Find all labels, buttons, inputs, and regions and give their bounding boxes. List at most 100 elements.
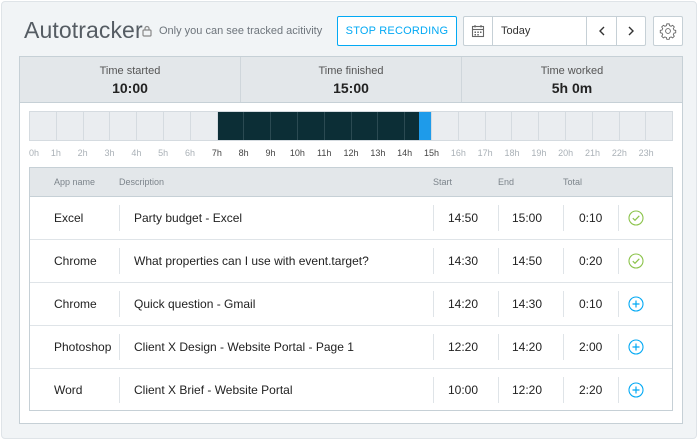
timeline-hour-cell	[191, 112, 218, 140]
cell-start: 14:50	[448, 211, 479, 225]
cell-total: 2:00	[579, 340, 603, 354]
header-start: Start	[433, 177, 453, 187]
date-field[interactable]: Today	[464, 17, 588, 45]
timeline-hour-label: 14h	[397, 148, 413, 158]
stat-value: 10:00	[112, 80, 148, 96]
settings-button[interactable]	[653, 16, 683, 46]
cell-end: 14:30	[512, 297, 543, 311]
stat-time-started: Time started 10:00	[20, 57, 240, 102]
previous-day-button[interactable]	[587, 17, 616, 45]
check-circle-icon	[628, 210, 644, 226]
stat-value: 5h 0m	[551, 80, 593, 96]
timeline-hour-label: 10h	[289, 148, 305, 158]
privacy-text: Only you can see tracked acitivity	[159, 25, 323, 37]
timeline-hour-cell	[432, 112, 459, 140]
cell-start: 14:30	[448, 254, 479, 268]
timeline-hour-cell	[459, 112, 486, 140]
table-header: App name Description Start End Total	[30, 168, 672, 197]
cell-end: 15:00	[512, 211, 543, 225]
column-divider	[618, 205, 619, 231]
timeline-hour-label: 1h	[50, 148, 61, 158]
cell-start: 12:20	[448, 340, 479, 354]
stat-label: Time finished	[318, 65, 384, 77]
check-circle-icon	[628, 253, 644, 269]
column-divider	[433, 248, 434, 274]
column-divider	[618, 248, 619, 274]
column-divider	[618, 334, 619, 360]
tracked-segment	[405, 112, 420, 140]
timeline-hour-cell	[566, 112, 593, 140]
cell-end: 14:50	[512, 254, 543, 268]
header-app-name: App name	[54, 177, 96, 187]
gear-icon	[659, 23, 677, 40]
cell-total: 0:10	[579, 297, 603, 311]
cell-end: 14:20	[512, 340, 543, 354]
stat-label: Time started	[99, 65, 161, 77]
timeline-hour-label: 12h	[343, 148, 359, 158]
column-divider	[618, 377, 619, 403]
column-divider	[498, 377, 499, 403]
column-divider	[563, 291, 564, 317]
activity-timeline[interactable]	[29, 111, 673, 141]
cell-total: 0:20	[579, 254, 603, 268]
column-divider	[119, 377, 120, 403]
timeline-hour-cell	[539, 112, 566, 140]
chevron-left-icon	[598, 26, 605, 36]
timeline-hour-cell	[57, 112, 84, 140]
cell-total: 0:10	[579, 211, 603, 225]
page-title: Autotracker	[24, 17, 143, 43]
timeline-hour-cell	[324, 112, 352, 140]
timeline-hour-cell	[646, 112, 672, 140]
add-circle-icon[interactable]	[628, 382, 644, 398]
column-divider	[563, 334, 564, 360]
column-divider	[498, 291, 499, 317]
lock-icon	[142, 25, 152, 37]
add-circle-icon[interactable]	[628, 339, 644, 355]
timeline-hour-cell	[297, 112, 325, 140]
header-description: Description	[119, 177, 165, 187]
privacy-note: Only you can see tracked acitivity	[141, 25, 322, 37]
column-divider	[119, 291, 120, 317]
timeline-hour-label: 21h	[584, 148, 601, 158]
stop-recording-button[interactable]: STOP RECORDING	[337, 16, 457, 46]
time-summary: Time started 10:00 Time finished 15:00 T…	[20, 57, 682, 103]
timeline-hour-cell	[351, 112, 379, 140]
timeline-hour-label: 3h	[104, 148, 115, 158]
table-row[interactable]: Chrome Quick question - Gmail 14:20 14:30 0:…	[30, 283, 672, 326]
timeline-hour-label: 7h	[211, 148, 222, 158]
cell-description: What properties can I use with event.tar…	[134, 254, 369, 268]
next-day-button[interactable]	[616, 17, 645, 45]
timeline-hour-cell	[164, 112, 191, 140]
timeline-hour-cell	[593, 112, 620, 140]
column-divider	[498, 334, 499, 360]
timeline-hour-cell	[217, 112, 245, 140]
timeline-hour-label: 16h	[450, 148, 466, 158]
timeline-hour-label: 4h	[131, 148, 142, 158]
timeline-hour-label: 20h	[558, 148, 574, 158]
timeline-hour-label: 6h	[184, 148, 196, 158]
column-divider	[563, 205, 564, 231]
timeline-hour-cell	[486, 112, 513, 140]
table-row[interactable]: Excel Party budget - Excel 14:50 15:00 0:10	[30, 197, 672, 240]
column-divider	[618, 291, 619, 317]
chevron-right-icon	[628, 26, 635, 36]
timeline-hour-label: 15h	[423, 148, 440, 158]
cell-end: 12:20	[512, 383, 543, 397]
column-divider	[119, 334, 120, 360]
cell-description: Quick question - Gmail	[134, 297, 256, 311]
stat-time-worked: Time worked 5h 0m	[461, 57, 682, 102]
cell-description: Client X Brief - Website Portal	[134, 383, 293, 397]
table-row[interactable]: Chrome What properties can I use with eve…	[30, 240, 672, 283]
timeline-hour-cell	[84, 112, 111, 140]
timeline-hour-label: 5h	[158, 148, 169, 158]
table-row[interactable]: Photoshop Client X Design - Website Porta…	[30, 326, 672, 369]
timeline-hour-label: 8h	[238, 148, 249, 158]
timeline-hour-label: 11h	[316, 148, 332, 158]
column-divider	[433, 334, 434, 360]
timeline-hour-cell	[512, 112, 540, 140]
add-circle-icon[interactable]	[628, 296, 644, 312]
cell-total: 2:20	[579, 383, 603, 397]
cell-app-name: Excel	[54, 211, 84, 225]
table-row[interactable]: Word Client X Brief - Website Portal 10:00…	[30, 369, 672, 412]
cell-description: Client X Design - Website Portal - Page …	[134, 340, 354, 354]
